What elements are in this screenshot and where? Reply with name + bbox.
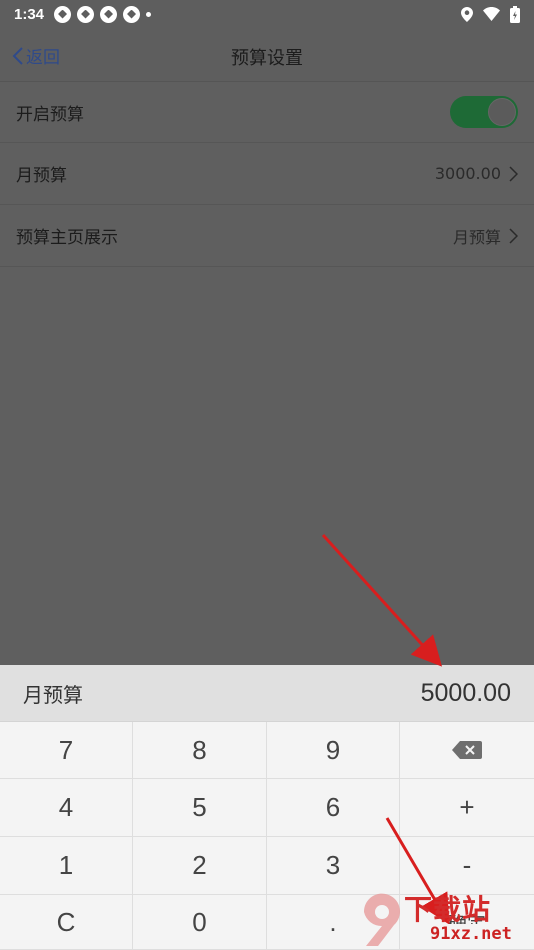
notification-icons bbox=[54, 5, 141, 23]
app-notification-icon bbox=[54, 5, 72, 23]
home-display-row[interactable]: 预算主页展示 月预算 bbox=[0, 205, 534, 267]
keypad-label: 月预算 bbox=[23, 682, 83, 707]
key-4[interactable]: 4 bbox=[0, 779, 133, 837]
nav-bar: 返回 预算设置 bbox=[0, 28, 534, 82]
key-0[interactable]: 0 bbox=[133, 895, 267, 950]
keypad-header: 月预算 5000.00 bbox=[0, 665, 534, 722]
monthly-budget-row[interactable]: 月预算 3000.00 bbox=[0, 143, 534, 205]
key-3[interactable]: 3 bbox=[267, 837, 400, 895]
app-notification-icon bbox=[77, 5, 95, 23]
enable-budget-label: 开启预算 bbox=[16, 104, 84, 125]
status-time: 1:34 bbox=[14, 5, 45, 23]
chevron-right-icon bbox=[509, 165, 518, 182]
watermark-brand: 下载站 bbox=[404, 893, 492, 926]
key-8[interactable]: 8 bbox=[133, 722, 267, 779]
key-5[interactable]: 5 bbox=[133, 779, 267, 837]
location-icon bbox=[461, 6, 473, 22]
home-display-label: 预算主页展示 bbox=[16, 228, 118, 248]
battery-charging-icon bbox=[510, 5, 520, 23]
home-display-value-wrap: 月预算 bbox=[453, 224, 518, 248]
more-notifications-dot-icon bbox=[146, 11, 152, 17]
app-notification-icon bbox=[100, 5, 118, 23]
keypad-amount: 5000.00 bbox=[420, 678, 511, 707]
annotation-arrow bbox=[321, 533, 443, 667]
monthly-budget-value: 3000.00 bbox=[434, 164, 501, 183]
key-plus[interactable]: + bbox=[400, 779, 534, 837]
page-title: 预算设置 bbox=[231, 48, 303, 69]
enable-budget-row: 开启预算 bbox=[0, 82, 534, 143]
monthly-budget-value-wrap: 3000.00 bbox=[435, 164, 518, 183]
key-1[interactable]: 1 bbox=[0, 837, 133, 895]
watermark: 下载站 91xz.net bbox=[360, 888, 534, 950]
system-icons bbox=[461, 5, 520, 23]
backspace-icon bbox=[452, 741, 482, 759]
key-minus[interactable]: - bbox=[400, 837, 534, 895]
home-display-value: 月预算 bbox=[452, 227, 501, 247]
watermark-logo-icon bbox=[363, 893, 400, 946]
toggle-knob bbox=[488, 98, 516, 126]
key-6[interactable]: 6 bbox=[267, 779, 400, 837]
status-bar: 1:34 bbox=[0, 0, 534, 28]
settings-list: 开启预算 月预算 3000.00 预算主页展示 月预算 bbox=[0, 82, 534, 267]
monthly-budget-label: 月预算 bbox=[16, 166, 67, 186]
key-9[interactable]: 9 bbox=[267, 722, 400, 779]
app-notification-icon bbox=[123, 5, 141, 23]
chevron-right-icon bbox=[509, 227, 518, 244]
watermark-url: 91xz.net bbox=[430, 924, 512, 944]
wifi-icon bbox=[483, 7, 500, 21]
enable-budget-toggle[interactable] bbox=[450, 96, 518, 128]
key-7[interactable]: 7 bbox=[0, 722, 133, 779]
key-clear[interactable]: C bbox=[0, 895, 133, 950]
key-2[interactable]: 2 bbox=[133, 837, 267, 895]
backspace-button[interactable] bbox=[400, 722, 534, 779]
